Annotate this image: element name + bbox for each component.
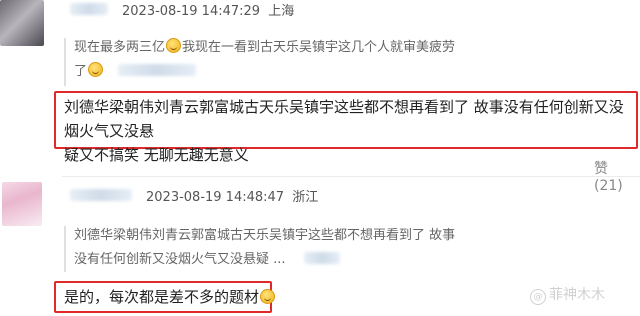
username-blurred[interactable] [70, 3, 108, 15]
like-count: (21) [594, 178, 623, 194]
reply-line: 疑又不搞笑 无聊无趣无意义 [64, 146, 249, 164]
timestamp: 2023-08-19 14:48:47 [146, 190, 285, 205]
quoted-text: 没有任何创新又没烟火气又没悬疑 ... [74, 252, 286, 267]
laughing-emoji-icon [88, 62, 104, 77]
reply-line: 刘德华梁朝伟刘青云郭富城古天乐吴镇宇这些都不想再看到了 故事没有任何创新又没烟火… [64, 98, 624, 140]
quote-bar [64, 38, 66, 86]
location: 上海 [268, 4, 295, 19]
quote-bar [64, 226, 66, 272]
quoted-text: 我现在一看到古天乐吴镇宇这几个人就审美疲劳 [182, 40, 456, 55]
quoted-text: 现在最多两三亿 [74, 40, 166, 55]
quoted-text: 刘德华梁朝伟刘青云郭富城古天乐吴镇宇这些都不想再看到了 故事 [74, 228, 456, 243]
reply-text: 刘德华梁朝伟刘青云郭富城古天乐吴镇宇这些都不想再看到了 故事没有任何创新又没烟火… [64, 95, 634, 167]
reply-text: 是的，每次都是差不多的题材 [64, 285, 276, 309]
quoted-comment: 现在最多两三亿 我现在一看到古天乐吴镇宇这几个人就审美疲劳 了 [74, 36, 594, 84]
divider [62, 176, 640, 177]
comment-meta: 2023-08-19 14:48:47 浙江 [146, 186, 318, 205]
avatar[interactable] [2, 182, 42, 226]
laughing-emoji-icon [166, 38, 182, 53]
reply-line: 是的，每次都是差不多的题材 [64, 288, 260, 306]
laughing-emoji-icon [260, 289, 276, 304]
timestamp: 2023-08-19 14:47:29 [122, 4, 261, 19]
quoted-text: 了 [74, 64, 88, 79]
username-blurred[interactable] [303, 252, 340, 264]
at-icon: @ [530, 289, 546, 305]
comment-meta: 2023-08-19 14:47:29 上海 [122, 0, 294, 19]
username-blurred[interactable] [118, 64, 197, 76]
avatar[interactable] [0, 0, 44, 46]
watermark: @ 菲神木木 [530, 284, 605, 305]
like-label: 赞 [594, 161, 608, 177]
watermark-text: 菲神木木 [549, 287, 605, 303]
location: 浙江 [292, 190, 319, 205]
quoted-comment: 刘德华梁朝伟刘青云郭富城古天乐吴镇宇这些都不想再看到了 故事 没有任何创新又没烟… [74, 224, 594, 272]
username-blurred[interactable] [70, 189, 132, 201]
